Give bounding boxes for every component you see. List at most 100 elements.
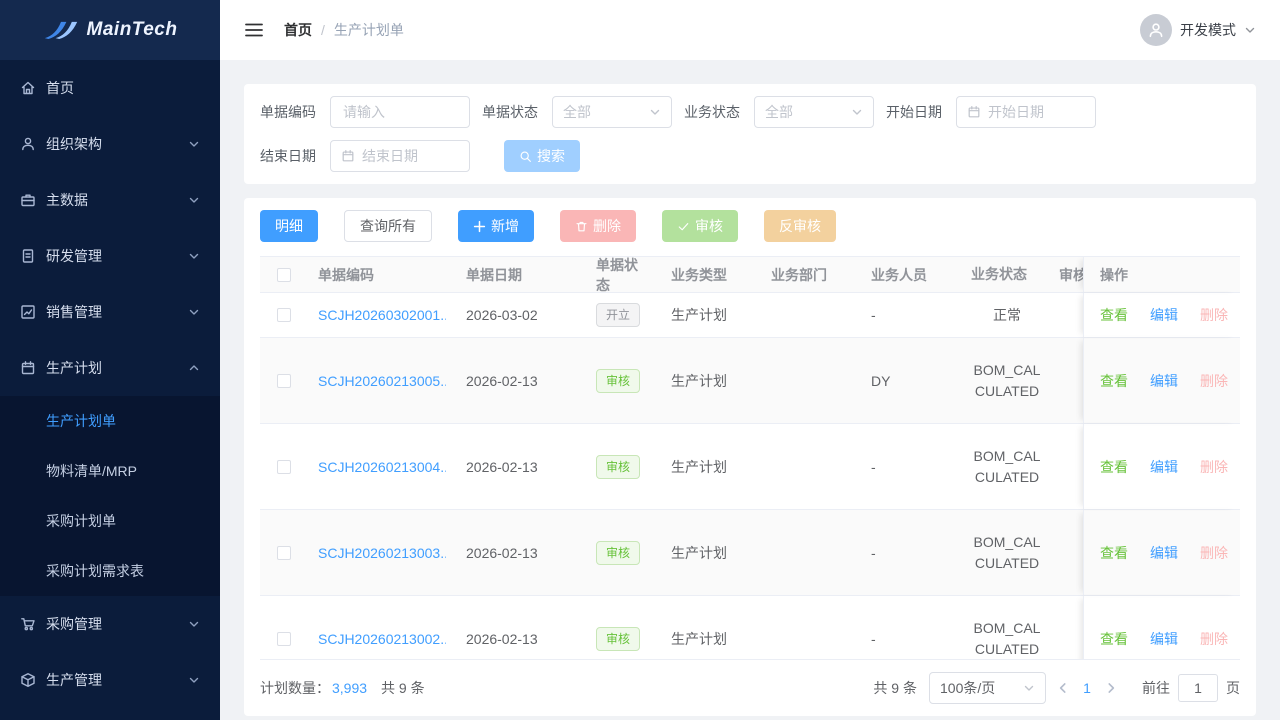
doc-code-link[interactable]: SCJH20260213004... xyxy=(318,459,446,475)
purchase-icon xyxy=(20,616,36,632)
breadcrumb-home[interactable]: 首页 xyxy=(284,20,312,40)
view-link[interactable]: 查看 xyxy=(1100,629,1128,649)
chevron-up-icon xyxy=(188,362,200,374)
edit-link[interactable]: 编辑 xyxy=(1150,371,1178,391)
main-area: 首页 / 生产计划单 开发模式 单据编码 xyxy=(220,0,1280,720)
view-link[interactable]: 查看 xyxy=(1100,457,1128,477)
status-tag: 审核 xyxy=(596,369,640,393)
end-date-picker[interactable]: 结束日期 xyxy=(330,140,470,172)
user-mode-label: 开发模式 xyxy=(1180,20,1236,40)
row-checkbox[interactable] xyxy=(277,308,291,322)
edit-link[interactable]: 编辑 xyxy=(1150,305,1178,325)
chevron-down-icon xyxy=(649,106,661,118)
view-link[interactable]: 查看 xyxy=(1100,305,1128,325)
status-tag: 审核 xyxy=(596,455,640,479)
detail-button[interactable]: 明细 xyxy=(260,210,318,242)
brand-logo-icon xyxy=(43,18,79,42)
sidebar-nav: 首页 组织架构 主数据 研发管理 销售管理 xyxy=(0,60,220,720)
sidebar-item-production-mgmt[interactable]: 生产管理 xyxy=(0,652,220,708)
row-checkbox[interactable] xyxy=(277,546,291,560)
sidebar-item-master-data[interactable]: 主数据 xyxy=(0,172,220,228)
delete-link[interactable]: 删除 xyxy=(1200,543,1228,563)
trash-icon xyxy=(575,220,588,233)
row-checkbox[interactable] xyxy=(277,460,291,474)
chevron-down-icon xyxy=(188,618,200,630)
doc-code-link[interactable]: SCJH20260213002... xyxy=(318,631,446,647)
biz-status-cell: 正常 xyxy=(961,293,1053,337)
doc-status-select[interactable]: 全部 xyxy=(552,96,672,128)
sidebar-item-org[interactable]: 组织架构 xyxy=(0,116,220,172)
sidebar-item-label: 生产计划 xyxy=(46,358,188,378)
sidebar-item-home[interactable]: 首页 xyxy=(0,60,220,116)
goto-page-input[interactable] xyxy=(1178,674,1218,702)
sidebar-item-production-plan[interactable]: 生产计划 xyxy=(0,340,220,396)
breadcrumb: 首页 / 生产计划单 xyxy=(284,20,404,40)
avatar xyxy=(1140,14,1172,46)
biz-type-cell: 生产计划 xyxy=(661,510,761,595)
sidebar-item-purchase[interactable]: 采购管理 xyxy=(0,596,220,652)
filter-panel: 单据编码 单据状态 全部 业务状态 全部 xyxy=(244,84,1256,184)
goto-label: 前往 xyxy=(1142,678,1170,698)
chevron-down-icon xyxy=(188,194,200,206)
doc-code-link[interactable]: SCJH20260213005... xyxy=(318,373,446,389)
doc-code-link[interactable]: SCJH20260213003... xyxy=(318,545,446,561)
sidebar-subitem-bom-mrp[interactable]: 物料清单/MRP xyxy=(0,446,220,496)
view-link[interactable]: 查看 xyxy=(1100,543,1128,563)
column-header-doc-status: 单据状态 xyxy=(586,257,661,292)
table-row: SCJH20260213005... 2026-02-13 审核 生产计划 DY… xyxy=(260,338,1240,424)
end-date-label: 结束日期 xyxy=(260,146,316,166)
plan-icon xyxy=(20,360,36,376)
delete-link[interactable]: 删除 xyxy=(1200,305,1228,325)
delete-link[interactable]: 删除 xyxy=(1200,629,1228,649)
start-date-picker[interactable]: 开始日期 xyxy=(956,96,1096,128)
doc-code-input[interactable] xyxy=(330,96,470,128)
view-link[interactable]: 查看 xyxy=(1100,371,1128,391)
start-date-placeholder: 开始日期 xyxy=(988,102,1044,122)
delete-button[interactable]: 删除 xyxy=(560,210,636,242)
delete-button-label: 删除 xyxy=(593,216,621,236)
sidebar-item-rnd[interactable]: 研发管理 xyxy=(0,228,220,284)
doc-date-cell: 2026-03-02 xyxy=(456,293,586,337)
query-all-button[interactable]: 查询所有 xyxy=(344,210,432,242)
search-button[interactable]: 搜索 xyxy=(504,140,580,172)
sidebar-subitem-purchase-plan-demand[interactable]: 采购计划需求表 xyxy=(0,546,220,596)
edit-link[interactable]: 编辑 xyxy=(1150,543,1178,563)
row-checkbox[interactable] xyxy=(277,632,291,646)
page-size-select[interactable]: 100条/页 xyxy=(929,672,1046,704)
biz-status-value: 全部 xyxy=(765,102,793,122)
table-row: SCJH20260213002... 2026-02-13 审核 生产计划 - … xyxy=(260,596,1240,660)
add-button[interactable]: 新增 xyxy=(458,210,534,242)
biz-status-cell: BOM_CALCULATED xyxy=(961,510,1053,595)
chevron-down-icon xyxy=(1023,682,1035,694)
user-menu[interactable]: 开发模式 xyxy=(1140,14,1256,46)
sidebar-item-label: 销售管理 xyxy=(46,302,188,322)
sidebar-subitem-production-plan-order[interactable]: 生产计划单 xyxy=(0,396,220,446)
audit-button[interactable]: 审核 xyxy=(662,210,738,242)
biz-dept-cell xyxy=(761,293,861,337)
sales-icon xyxy=(20,304,36,320)
edit-link[interactable]: 编辑 xyxy=(1150,457,1178,477)
master-data-icon xyxy=(20,192,36,208)
prev-page-icon[interactable] xyxy=(1056,681,1070,695)
add-button-label: 新增 xyxy=(491,216,519,236)
sidebar-subitem-purchase-plan-order[interactable]: 采购计划单 xyxy=(0,496,220,546)
hamburger-icon[interactable] xyxy=(244,22,264,38)
audit-button-label: 审核 xyxy=(695,216,723,236)
production-plan-submenu: 生产计划单 物料清单/MRP 采购计划单 采购计划需求表 xyxy=(0,396,220,596)
page-number[interactable]: 1 xyxy=(1080,680,1094,696)
sidebar-subitem-label: 采购计划单 xyxy=(46,511,116,531)
row-checkbox[interactable] xyxy=(277,374,291,388)
unaudit-button[interactable]: 反审核 xyxy=(764,210,836,242)
edit-link[interactable]: 编辑 xyxy=(1150,629,1178,649)
sidebar-item-sales[interactable]: 销售管理 xyxy=(0,284,220,340)
sidebar-item-label: 生产管理 xyxy=(46,670,188,690)
delete-link[interactable]: 删除 xyxy=(1200,457,1228,477)
biz-person-cell: - xyxy=(861,510,961,595)
brand-logo: MainTech xyxy=(0,0,220,60)
doc-code-link[interactable]: SCJH20260302001... xyxy=(318,307,446,323)
delete-link[interactable]: 删除 xyxy=(1200,371,1228,391)
select-all-checkbox[interactable] xyxy=(277,268,291,282)
biz-status-select[interactable]: 全部 xyxy=(754,96,874,128)
page-size-value: 100条/页 xyxy=(940,678,995,698)
next-page-icon[interactable] xyxy=(1104,681,1118,695)
